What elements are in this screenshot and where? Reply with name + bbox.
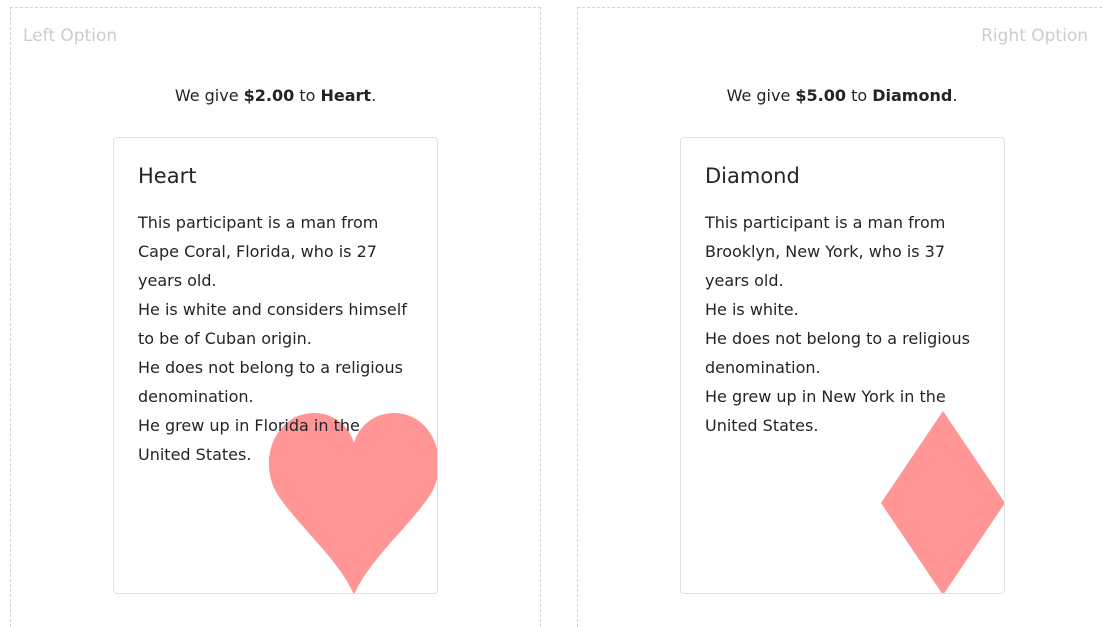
give-recipient: Heart — [320, 86, 372, 105]
description-line: This participant is a man from Brooklyn,… — [705, 213, 946, 290]
description-line: He is white. — [705, 300, 799, 319]
give-mid: to — [294, 86, 321, 105]
description-line: He grew up in New York in the United Sta… — [705, 387, 946, 435]
right-give-statement: We give $5.00 to Diamond. — [578, 86, 1103, 105]
give-suffix: . — [952, 86, 958, 105]
card-title: Diamond — [705, 164, 800, 188]
left-option-panel[interactable]: Left Option We give $2.00 to Heart. Hear… — [10, 7, 541, 627]
left-option-label: Left Option — [23, 26, 118, 46]
give-prefix: We give — [174, 86, 244, 105]
card-title: Heart — [138, 164, 197, 188]
description-line: He does not belong to a religious denomi… — [138, 358, 403, 406]
give-recipient: Diamond — [872, 86, 953, 105]
left-give-statement: We give $2.00 to Heart. — [11, 86, 540, 105]
give-amount: $5.00 — [795, 86, 846, 105]
participant-card-diamond[interactable]: Diamond This participant is a man from B… — [680, 137, 1005, 594]
description-line: He does not belong to a religious denomi… — [705, 329, 970, 377]
give-prefix: We give — [726, 86, 796, 105]
participant-card-heart[interactable]: Heart This participant is a man from Cap… — [113, 137, 438, 594]
give-mid: to — [846, 86, 873, 105]
description-line: This participant is a man from Cape Cora… — [138, 213, 379, 290]
right-option-label: Right Option — [981, 26, 1088, 46]
give-amount: $2.00 — [243, 86, 295, 105]
description-line: He is white and considers himself to be … — [138, 300, 407, 348]
description-line: He grew up in Florida in the United Stat… — [138, 416, 360, 464]
give-suffix: . — [371, 86, 377, 105]
right-option-panel[interactable]: Right Option We give $5.00 to Diamond. D… — [577, 7, 1103, 627]
card-description: This participant is a man from Brooklyn,… — [705, 208, 980, 440]
card-description: This participant is a man from Cape Cora… — [138, 208, 413, 469]
